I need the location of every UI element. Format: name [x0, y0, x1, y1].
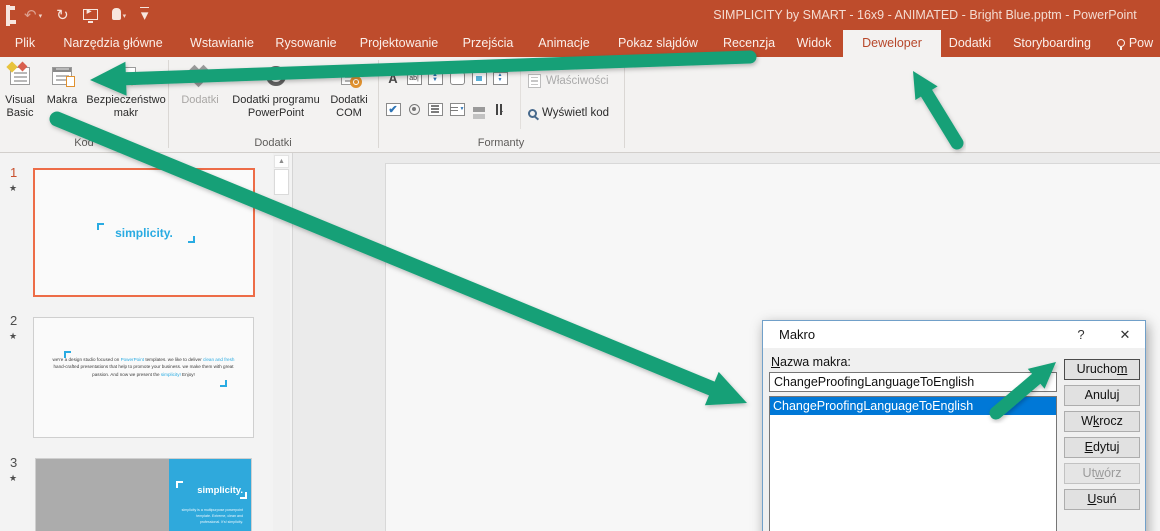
dodatki-com-button[interactable]: Dodatki COM — [324, 60, 374, 148]
wkrocz-button[interactable]: Wkrocz — [1064, 411, 1140, 432]
tab-storyboarding[interactable]: Storyboarding — [1004, 30, 1100, 57]
bezpieczenstwo-makr-button[interactable]: Bezpieczeństwo makr — [86, 60, 166, 148]
macro-security-icon — [86, 60, 166, 92]
ribbon-tab-row: Plik Narzędzia główne Wstawianie Rysowan… — [0, 30, 1160, 57]
slide-thumbnail-panel: 1 ★ simplicity. 2 ★ we're a design studi… — [0, 153, 293, 531]
combobox-icon[interactable]: ▼ — [449, 101, 465, 117]
formanty-group-label: Formanty — [378, 137, 624, 149]
tab-pokaz-slajdow[interactable]: Pokaz slajdów — [608, 30, 708, 57]
spin-button-icon[interactable]: ▲▼ — [427, 70, 443, 86]
dialog-title: Makro — [779, 321, 815, 348]
makra-button[interactable]: Makra — [40, 60, 84, 148]
tab-plik[interactable]: Plik — [4, 30, 46, 57]
uruchom-button[interactable]: Uruchom — [1064, 359, 1140, 380]
tab-recenzja[interactable]: Recenzja — [714, 30, 784, 57]
group-separator — [624, 60, 625, 148]
tab-projektowanie[interactable]: Projektowanie — [350, 30, 448, 57]
tab-animacje[interactable]: Animacje — [528, 30, 600, 57]
ribbon: Visual Basic Makra Bezpieczeństwo makr K… — [0, 57, 1160, 153]
thumbnail-scrollbar[interactable]: ▲ — [273, 153, 290, 531]
scrollbar-thumb[interactable] — [274, 169, 289, 195]
wlasciwosci-button: Właściwości — [528, 71, 609, 91]
tab-narzedzia-glowne[interactable]: Narzędzia główne — [58, 30, 168, 57]
close-icon[interactable]: ✕ — [1108, 321, 1142, 348]
save-icon[interactable] — [6, 8, 10, 23]
dodatki-button-disabled: Dodatki — [174, 60, 226, 148]
scrollbar-icon[interactable]: ▲▼ — [492, 70, 508, 86]
group-separator — [168, 60, 169, 148]
macro-name-label: Nazwa makra: — [771, 355, 851, 369]
label-icon[interactable]: A — [385, 70, 401, 86]
powerpoint-add-ins-icon — [228, 60, 324, 92]
quick-access-toolbar: ↶▾ ↻ ▾ ▾ — [6, 0, 149, 30]
slide-number: 2 — [10, 313, 17, 328]
textbox-icon[interactable]: ab| — [406, 70, 422, 86]
scrollbar-up-arrow-icon[interactable]: ▲ — [274, 155, 289, 168]
makro-dialog: Makro ? ✕ Nazwa makra: ChangeProofingLan… — [762, 320, 1146, 531]
macro-list-item-selected[interactable]: ChangeProofingLanguageToEnglish — [770, 397, 1056, 415]
macros-icon — [40, 60, 84, 92]
slide-number: 1 — [10, 165, 17, 180]
wyswietl-kod-button[interactable]: Wyświetl kod — [528, 103, 609, 123]
powerpoint-window: ↶▾ ↻ ▾ ▾ SIMPLICITY by SMART - 16x9 - AN… — [0, 0, 1160, 531]
visual-basic-button[interactable]: Visual Basic — [2, 60, 38, 148]
more-controls-icon[interactable]: . — [492, 101, 508, 117]
tab-widok[interactable]: Widok — [788, 30, 840, 57]
kod-group-label: Kod — [0, 137, 168, 149]
tab-deweloper[interactable]: Deweloper — [843, 30, 941, 57]
macro-list[interactable]: ChangeProofingLanguageToEnglish — [769, 396, 1057, 531]
image-control-icon[interactable] — [471, 70, 487, 86]
option-button-icon[interactable] — [406, 101, 422, 117]
properties-icon — [528, 74, 541, 88]
slide-thumbnail-2[interactable]: we're a design studio focused on PowerPo… — [33, 317, 254, 438]
edytuj-button[interactable]: Edytuj — [1064, 437, 1140, 458]
com-add-ins-icon — [324, 60, 374, 92]
tab-dodatki[interactable]: Dodatki — [941, 30, 999, 57]
usun-button[interactable]: Usuń — [1064, 489, 1140, 510]
anuluj-button[interactable]: Anuluj — [1064, 385, 1140, 406]
command-button-icon[interactable] — [449, 70, 465, 86]
view-code-icon — [528, 109, 537, 118]
customize-qat-icon[interactable]: ▾ — [140, 7, 149, 24]
animation-star-icon: ★ — [9, 183, 17, 194]
window-title: SIMPLICITY by SMART - 16x9 - ANIMATED - … — [690, 0, 1160, 30]
dodatki-programu-powerpoint-button[interactable]: Dodatki programu PowerPoint — [228, 60, 324, 148]
slide-number: 3 — [10, 455, 17, 470]
listbox-icon[interactable] — [427, 101, 443, 117]
tab-powiedz-mi[interactable]: Pow — [1106, 30, 1160, 57]
tab-wstawianie[interactable]: Wstawianie — [180, 30, 264, 57]
animation-star-icon: ★ — [9, 473, 17, 484]
add-ins-icon — [174, 60, 226, 92]
macro-name-input[interactable]: ChangeProofingLanguageToEnglish — [769, 372, 1057, 392]
undo-icon[interactable]: ↶▾ — [24, 8, 42, 23]
visual-basic-icon — [2, 60, 38, 92]
title-bar: ↶▾ ↻ ▾ ▾ SIMPLICITY by SMART - 16x9 - AN… — [0, 0, 1160, 30]
dialog-title-bar[interactable]: Makro ? ✕ — [763, 321, 1145, 348]
slide-thumbnail-3[interactable]: simplicity. simplicity is a multipurpose… — [35, 458, 252, 531]
start-slideshow-icon[interactable] — [83, 8, 98, 23]
checkbox-icon[interactable]: ✔ — [385, 101, 401, 117]
help-icon[interactable]: ? — [1068, 321, 1094, 348]
utworz-button: Utwórz — [1064, 463, 1140, 484]
frame-icon[interactable] — [471, 101, 487, 117]
formanty-divider — [520, 67, 521, 129]
tab-rysowanie[interactable]: Rysowanie — [266, 30, 346, 57]
group-separator — [378, 60, 379, 148]
lightbulb-icon — [1117, 39, 1125, 47]
tab-przejscia[interactable]: Przejścia — [454, 30, 522, 57]
touch-mouse-mode-icon[interactable]: ▾ — [112, 8, 127, 23]
slide-thumbnail-1[interactable]: simplicity. — [33, 168, 255, 297]
redo-icon[interactable]: ↻ — [56, 8, 69, 23]
animation-star-icon: ★ — [9, 331, 17, 342]
dodatki-group-label: Dodatki — [168, 137, 378, 149]
